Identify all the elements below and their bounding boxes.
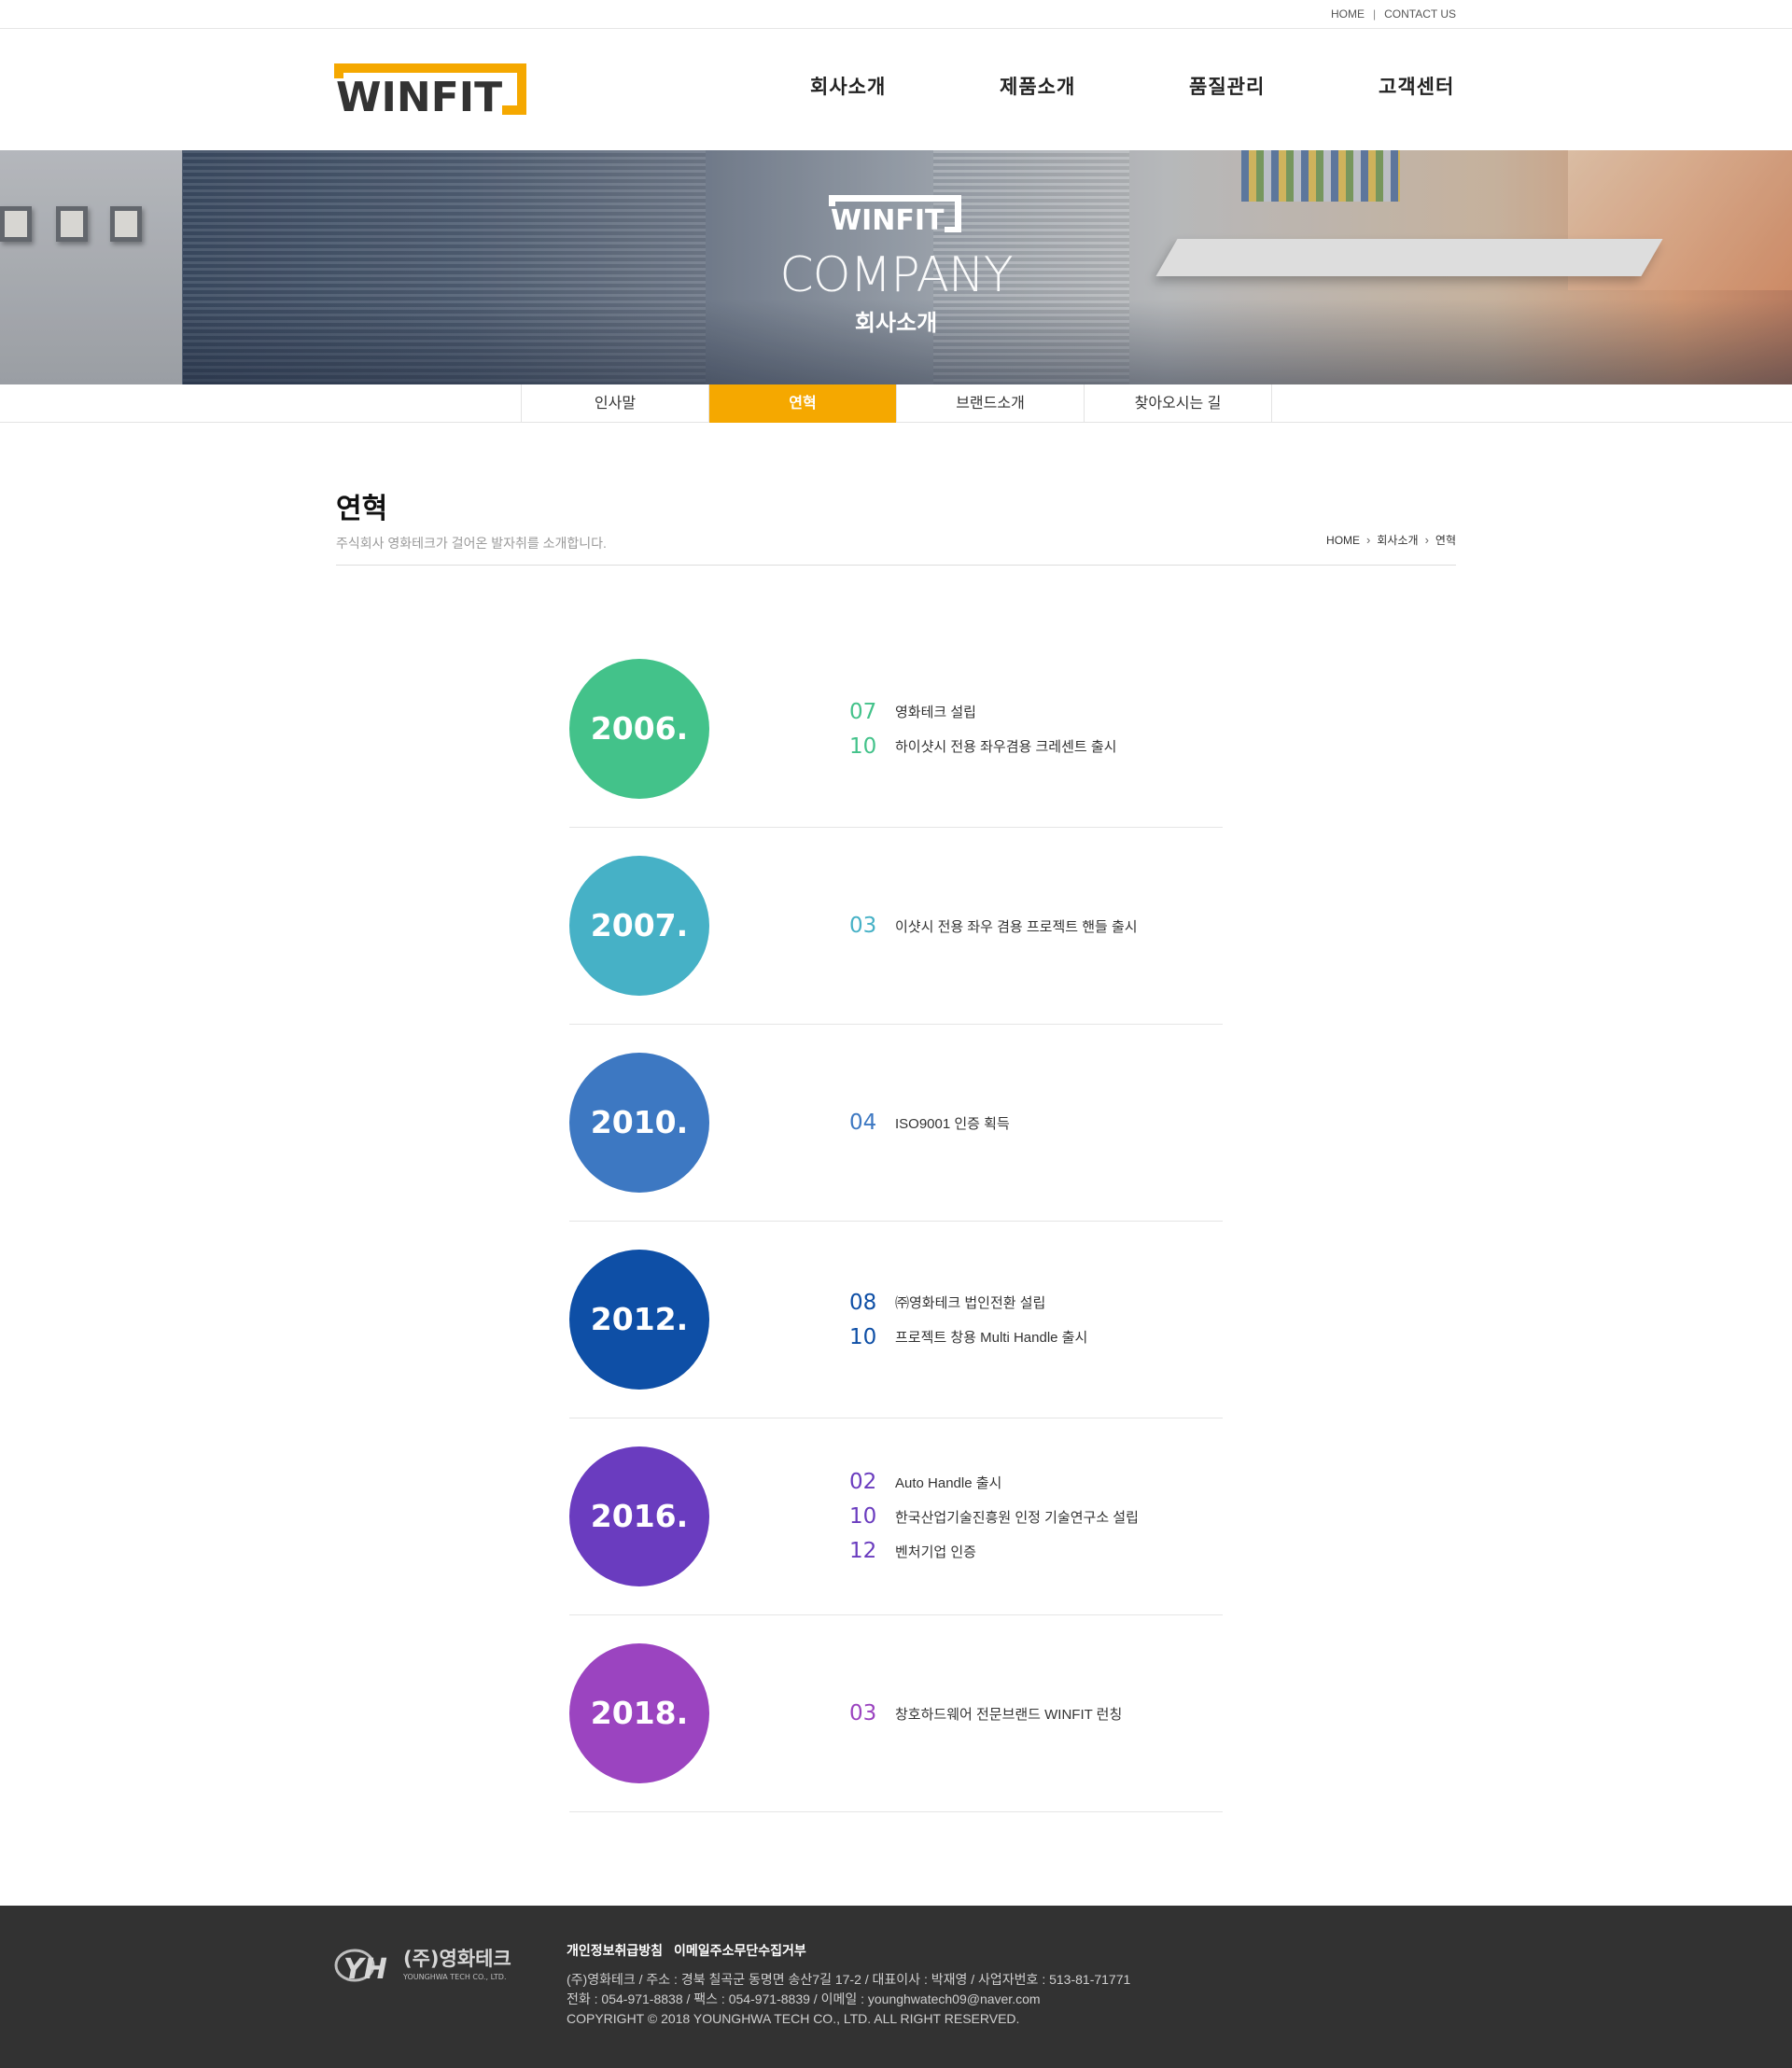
utility-divider: | <box>1372 7 1377 21</box>
breadcrumb-company[interactable]: 회사소개 <box>1377 532 1418 548</box>
event-month: 10 <box>849 1504 877 1529</box>
hero-banner: WINFIT COMPANY 회사소개 <box>0 150 1792 384</box>
footer-address: (주)영화테크 / 주소 : 경북 칠곡군 동명면 송산7길 17-2 / 대표… <box>567 1972 1131 1987</box>
footer-logo-name: (주)영화테크 <box>403 1948 511 1970</box>
history-event: 08 ㈜영화테크 법인전환 설립 <box>849 1285 1087 1320</box>
tab-brand[interactable]: 브랜드소개 <box>897 384 1085 423</box>
event-text: 하이샷시 전용 좌우겸용 크레센트 출시 <box>895 739 1117 755</box>
utility-links: HOME | CONTACT US <box>1331 7 1456 21</box>
banner-subtitle: 회사소개 <box>854 311 938 336</box>
chevron-right-icon: › <box>1366 533 1371 547</box>
year-badge: 2016. <box>569 1446 709 1586</box>
breadcrumb-home[interactable]: HOME <box>1326 534 1360 547</box>
page-description: 주식회사 영화테크가 걸어온 발자취를 소개합니다. <box>336 536 607 551</box>
history-event: 10 한국산업기술진흥원 인정 기술연구소 설립 <box>849 1500 1139 1534</box>
year-events: 08 ㈜영화테크 법인전환 설립 10 프로젝트 창용 Multi Handle… <box>849 1222 1087 1418</box>
banner-logo-text: WINFIT <box>831 204 945 232</box>
history-event: 12 벤처기업 인증 <box>849 1534 1139 1569</box>
event-text: 한국산업기술진흥원 인정 기술연구소 설립 <box>895 1509 1139 1526</box>
year-badge: 2007. <box>569 856 709 996</box>
year-badge: 2012. <box>569 1250 709 1390</box>
year-badge: 2010. <box>569 1053 709 1193</box>
event-month: 03 <box>849 914 877 938</box>
nav-products[interactable]: 제품소개 <box>1000 72 1189 100</box>
event-month: 03 <box>849 1701 877 1726</box>
tab-greeting[interactable]: 인사말 <box>522 384 709 423</box>
event-text: ㈜영화테크 법인전환 설립 <box>895 1295 1046 1311</box>
event-text: ISO9001 인증 획득 <box>895 1115 1010 1132</box>
site-header: WINFIT 회사소개 제품소개 품질관리 고객센터 <box>0 29 1792 150</box>
history-event: 04 ISO9001 인증 획득 <box>849 1106 1010 1140</box>
event-month: 07 <box>849 699 877 724</box>
year-events: 07 영화테크 설립 10 하이샷시 전용 좌우겸용 크레센트 출시 <box>849 631 1116 827</box>
event-text: Auto Handle 출시 <box>895 1474 1002 1491</box>
breadcrumb: HOME › 회사소개 › 연혁 <box>1326 532 1456 548</box>
event-month: 10 <box>849 734 877 759</box>
year-events: 04 ISO9001 인증 획득 <box>849 1025 1010 1221</box>
history-year-row: 2018. 03 창호하드웨어 전문브랜드 WINFIT 런칭 <box>569 1615 1223 1812</box>
nav-customer-center[interactable]: 고객센터 <box>1379 72 1454 100</box>
year-badge: 2018. <box>569 1643 709 1783</box>
chevron-right-icon: › <box>1424 533 1429 547</box>
event-text: 창호하드웨어 전문브랜드 WINFIT 런칭 <box>895 1706 1123 1723</box>
footer-logo-sub: YOUNGHWA TECH CO., LTD. <box>402 1973 507 1981</box>
year-events: 02 Auto Handle 출시 10 한국산업기술진흥원 인정 기술연구소 … <box>849 1418 1139 1614</box>
event-month: 10 <box>849 1324 877 1349</box>
year-badge: 2006. <box>569 659 709 799</box>
footer-links: 개인정보취급방침 이메일주소무단수집거부 <box>567 1941 1130 1961</box>
event-text: 영화테크 설립 <box>895 705 976 720</box>
footer-copyright: COPYRIGHT © 2018 YOUNGHWA TECH CO., LTD.… <box>567 2011 1020 2026</box>
privacy-policy-link[interactable]: 개인정보취급방침 <box>567 1941 663 1961</box>
history-year-row: 2007. 03 이샷시 전용 좌우 겸용 프로젝트 핸들 출시 <box>569 828 1223 1025</box>
year-events: 03 이샷시 전용 좌우 겸용 프로젝트 핸들 출시 <box>849 828 1138 1024</box>
history-event: 10 프로젝트 창용 Multi Handle 출시 <box>849 1320 1087 1354</box>
tab-history[interactable]: 연혁 <box>709 384 897 423</box>
event-text: 벤처기업 인증 <box>895 1544 976 1560</box>
history-year-row: 2012. 08 ㈜영화테크 법인전환 설립 10 프로젝트 창용 Multi … <box>569 1222 1223 1418</box>
event-month: 08 <box>849 1290 877 1315</box>
history-event: 10 하이샷시 전용 좌우겸용 크레센트 출시 <box>849 729 1116 763</box>
site-footer: YH (주)영화테크 YOUNGHWA TECH CO., LTD. 개인정보취… <box>0 1906 1792 2068</box>
event-month: 12 <box>849 1539 877 1563</box>
page-title: 연혁 <box>336 494 388 524</box>
history-event: 03 이샷시 전용 좌우 겸용 프로젝트 핸들 출시 <box>849 909 1138 943</box>
nav-company[interactable]: 회사소개 <box>810 72 1000 100</box>
tab-directions[interactable]: 찾아오시는 길 <box>1085 384 1272 423</box>
home-link[interactable]: HOME <box>1331 7 1365 21</box>
contact-us-link[interactable]: CONTACT US <box>1384 7 1456 21</box>
banner-logo: WINFIT <box>829 195 961 232</box>
event-month: 02 <box>849 1470 877 1494</box>
email-refusal-link[interactable]: 이메일주소무단수집거부 <box>674 1941 806 1961</box>
year-events: 03 창호하드웨어 전문브랜드 WINFIT 런칭 <box>849 1615 1122 1811</box>
history-year-row: 2016. 02 Auto Handle 출시 10 한국산업기술진흥원 인정 … <box>569 1418 1223 1615</box>
footer-logo-mark: YH <box>343 1953 387 1984</box>
history-event: 03 창호하드웨어 전문브랜드 WINFIT 런칭 <box>849 1697 1122 1731</box>
nav-quality[interactable]: 품질관리 <box>1189 72 1379 100</box>
history-timeline: 2006. 07 영화테크 설립 10 하이샷시 전용 좌우겸용 크레센트 출시… <box>569 631 1223 1812</box>
logo-text: WINFIT <box>336 74 502 115</box>
main-navigation: 회사소개 제품소개 품질관리 고객센터 <box>810 72 1454 100</box>
event-text: 이샷시 전용 좌우 겸용 프로젝트 핸들 출시 <box>895 918 1138 935</box>
banner-title: COMPANY <box>779 247 1013 303</box>
page-heading: 연혁 주식회사 영화테크가 걸어온 발자취를 소개합니다. HOME › 회사소… <box>336 485 1456 566</box>
younghwa-logo: YH (주)영화테크 YOUNGHWA TECH CO., LTD. <box>334 1948 511 1984</box>
breadcrumb-current: 연혁 <box>1435 534 1456 547</box>
sub-navigation: 인사말 연혁 브랜드소개 찾아오시는 길 <box>0 384 1792 423</box>
footer-info: 개인정보취급방침 이메일주소무단수집거부 (주)영화테크 / 주소 : 경북 칠… <box>567 1941 1130 2029</box>
history-event: 02 Auto Handle 출시 <box>849 1465 1139 1500</box>
winfit-logo[interactable]: WINFIT <box>334 63 526 115</box>
subnav-tabs: 인사말 연혁 브랜드소개 찾아오시는 길 <box>521 384 1272 423</box>
top-utility-bar: HOME | CONTACT US <box>0 0 1792 29</box>
history-year-row: 2010. 04 ISO9001 인증 획득 <box>569 1025 1223 1222</box>
history-event: 07 영화테크 설립 <box>849 694 1116 729</box>
footer-contact: 전화 : 054-971-8838 / 팩스 : 054-971-8839 / … <box>567 1991 1041 2006</box>
event-text: 프로젝트 창용 Multi Handle 출시 <box>895 1330 1088 1346</box>
history-year-row: 2006. 07 영화테크 설립 10 하이샷시 전용 좌우겸용 크레센트 출시 <box>569 631 1223 828</box>
event-month: 04 <box>849 1111 877 1135</box>
